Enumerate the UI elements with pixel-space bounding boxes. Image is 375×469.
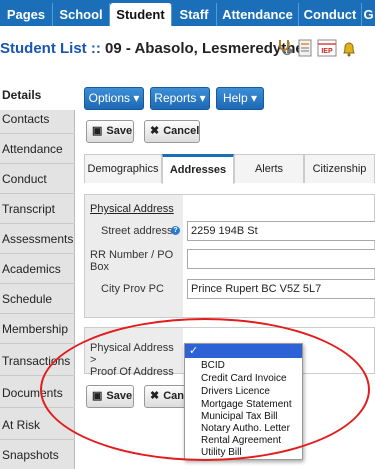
help-icon[interactable]: ? — [171, 226, 180, 235]
tab-student[interactable]: Student — [110, 3, 172, 26]
street-address-input[interactable]: 2259 194B St — [187, 221, 375, 241]
tab-demographics[interactable]: Demographics — [84, 154, 162, 183]
tab-addresses[interactable]: Addresses — [162, 154, 234, 184]
rr-label-line2: Box — [90, 261, 109, 273]
sidebar-item-transcript[interactable]: Transcript — [0, 194, 75, 224]
student-name: 09 - Abasolo, Lesmeredythe — [105, 40, 304, 57]
iep-icon[interactable]: IEP — [317, 38, 337, 58]
save-label: Save — [106, 125, 133, 137]
physical-address-panel: Physical Address Street address ? 2259 1… — [84, 194, 375, 318]
notes-icon[interactable] — [297, 38, 313, 58]
close-icon: ✖ — [150, 125, 160, 137]
subtab-bar: Demographics Addresses Alerts Citizenshi… — [84, 152, 375, 184]
help-label: Help — [222, 91, 248, 105]
sidebar-item-academics[interactable]: Academics — [0, 254, 75, 284]
sidebar-item-attendance[interactable]: Attendance — [0, 134, 75, 164]
chevron-down-icon: ▾ — [130, 91, 140, 105]
tab-pages[interactable]: Pages — [0, 3, 53, 26]
annotation-oval — [40, 318, 370, 461]
tab-g[interactable]: G — [362, 3, 375, 26]
student-list-link[interactable]: Student List — [0, 40, 87, 57]
iep-icon-text: IEP — [321, 48, 333, 55]
sidebar-item-assessments[interactable]: Assessments — [0, 224, 75, 254]
section-heading: Physical Address — [90, 203, 174, 215]
tab-school[interactable]: School — [53, 3, 110, 26]
chevron-down-icon: ▾ — [247, 91, 258, 105]
tab-attendance[interactable]: Attendance — [217, 3, 299, 26]
street-label-text: Street address — [101, 225, 173, 237]
options-button[interactable]: Options ▾ — [84, 87, 144, 110]
sidebar-item-conduct[interactable]: Conduct — [0, 164, 75, 194]
header-icons: IEP — [277, 36, 357, 60]
rr-label-line1: RR Number / PO — [90, 249, 174, 261]
city-label: City Prov PC — [101, 283, 164, 295]
sidebar-item-membership[interactable]: Membership — [0, 314, 75, 344]
tab-citizenship[interactable]: Citizenship — [304, 154, 375, 183]
top-nav: Pages School Student Staff Attendance Co… — [0, 0, 375, 26]
sidebar-item-contacts[interactable]: Contacts — [0, 104, 75, 134]
save-icon: ▣ — [92, 125, 103, 137]
help-button[interactable]: Help ▾ — [216, 87, 264, 110]
street-label: Street address — [101, 225, 173, 237]
reports-button[interactable]: Reports ▾ — [150, 87, 210, 110]
tab-staff[interactable]: Staff — [172, 3, 217, 26]
reports-label: Reports — [154, 91, 197, 105]
page-title: Student List :: 09 - Abasolo, Lesmeredyt… — [0, 40, 304, 57]
title-separator: :: — [90, 40, 101, 57]
chevron-down-icon: ▾ — [196, 91, 206, 105]
sidebar-item-schedule[interactable]: Schedule — [0, 284, 75, 314]
rr-po-box-input[interactable] — [187, 249, 375, 269]
cancel-label: Cancel — [163, 125, 200, 137]
tab-alerts[interactable]: Alerts — [234, 154, 304, 183]
sidebar-item-snapshots[interactable]: Snapshots — [0, 440, 75, 469]
alert-bell-icon[interactable] — [341, 38, 357, 58]
tab-conduct[interactable]: Conduct — [299, 3, 362, 26]
stethoscope-icon[interactable] — [277, 38, 293, 58]
city-prov-pc-input[interactable]: Prince Rupert BC V5Z 5L7 — [187, 279, 375, 299]
cancel-button[interactable]: ✖ Cancel — [144, 120, 200, 143]
save-button[interactable]: ▣ Save — [86, 120, 134, 143]
options-label: Options — [88, 91, 130, 105]
